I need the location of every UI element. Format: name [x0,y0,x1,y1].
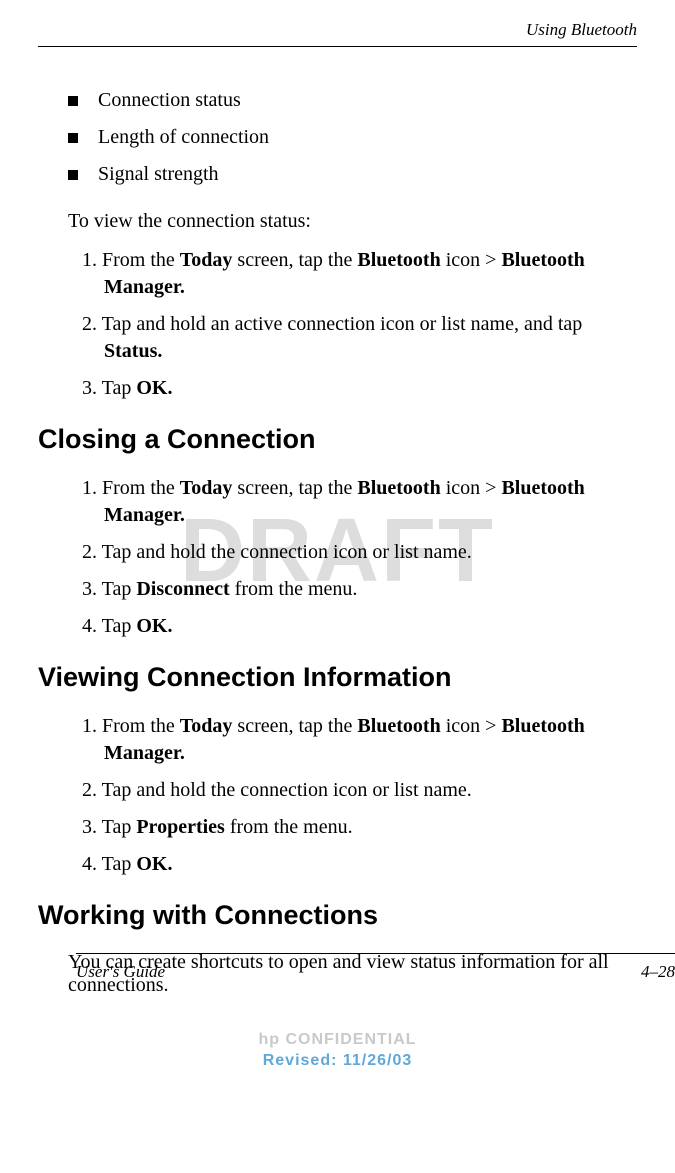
bullet-list: Connection status Length of connection S… [68,89,637,186]
bullet-text: Signal strength [98,163,219,186]
bold: Bluetooth [357,477,440,499]
bold: OK. [136,377,172,399]
footer-left: User's Guide [76,962,165,982]
step: 2. Tap and hold the connection icon or l… [82,777,637,804]
confidential-line2: Revised: 11/26/03 [38,1051,637,1072]
bold: Today [180,477,233,499]
running-header: Using Bluetooth [38,20,637,47]
heading-closing: Closing a Connection [38,424,637,455]
heading-working: Working with Connections [38,900,637,931]
square-bullet-icon [68,170,78,180]
list-item: Signal strength [68,163,637,186]
t: 3. Tap [82,816,136,838]
step: 4. Tap OK. [82,613,637,640]
bold: OK. [136,853,172,875]
step: 3. Tap Properties from the menu. [82,814,637,841]
t: icon > [441,477,502,499]
t: 1. From the [82,249,180,271]
steps-status: 1. From the Today screen, tap the Blueto… [82,247,637,402]
list-item: Connection status [68,89,637,112]
step: 1. From the Today screen, tap the Blueto… [82,475,637,529]
confidential-line1: hp CONFIDENTIAL [38,1030,637,1051]
bold: Today [180,249,233,271]
t: 1. From the [82,477,180,499]
step: 2. Tap and hold an active connection ico… [82,311,637,365]
steps-viewing: 1. From the Today screen, tap the Blueto… [82,713,637,878]
confidential-stamp: hp CONFIDENTIAL Revised: 11/26/03 [38,1030,637,1072]
intro-paragraph: To view the connection status: [68,210,637,233]
t: 4. Tap [82,615,136,637]
bold: Status. [104,340,162,362]
square-bullet-icon [68,96,78,106]
bullet-text: Length of connection [98,126,269,149]
bold: Disconnect [136,578,229,600]
t: icon > [441,715,502,737]
t: screen, tap the [232,249,357,271]
square-bullet-icon [68,133,78,143]
steps-closing: 1. From the Today screen, tap the Blueto… [82,475,637,640]
bold: Bluetooth [357,249,440,271]
bullet-text: Connection status [98,89,241,112]
step: 1. From the Today screen, tap the Blueto… [82,247,637,301]
step: 3. Tap Disconnect from the menu. [82,576,637,603]
step: 1. From the Today screen, tap the Blueto… [82,713,637,767]
step: 4. Tap OK. [82,851,637,878]
t: screen, tap the [232,477,357,499]
bold: OK. [136,615,172,637]
t: screen, tap the [232,715,357,737]
t: from the menu. [230,578,358,600]
bold: Properties [136,816,225,838]
list-item: Length of connection [68,126,637,149]
page-content: Connection status Length of connection S… [38,89,637,997]
page-footer: User's Guide 4–28 [76,953,675,982]
step: 3. Tap OK. [82,375,637,402]
t: 2. Tap and hold an active connection ico… [82,313,582,335]
footer-right: 4–28 [641,962,675,982]
step: 2. Tap and hold the connection icon or l… [82,539,637,566]
t: 3. Tap [82,377,136,399]
t: 4. Tap [82,853,136,875]
t: icon > [441,249,502,271]
bold: Bluetooth [357,715,440,737]
t: 3. Tap [82,578,136,600]
bold: Today [180,715,233,737]
t: 1. From the [82,715,180,737]
heading-viewing: Viewing Connection Information [38,662,637,693]
t: from the menu. [225,816,353,838]
